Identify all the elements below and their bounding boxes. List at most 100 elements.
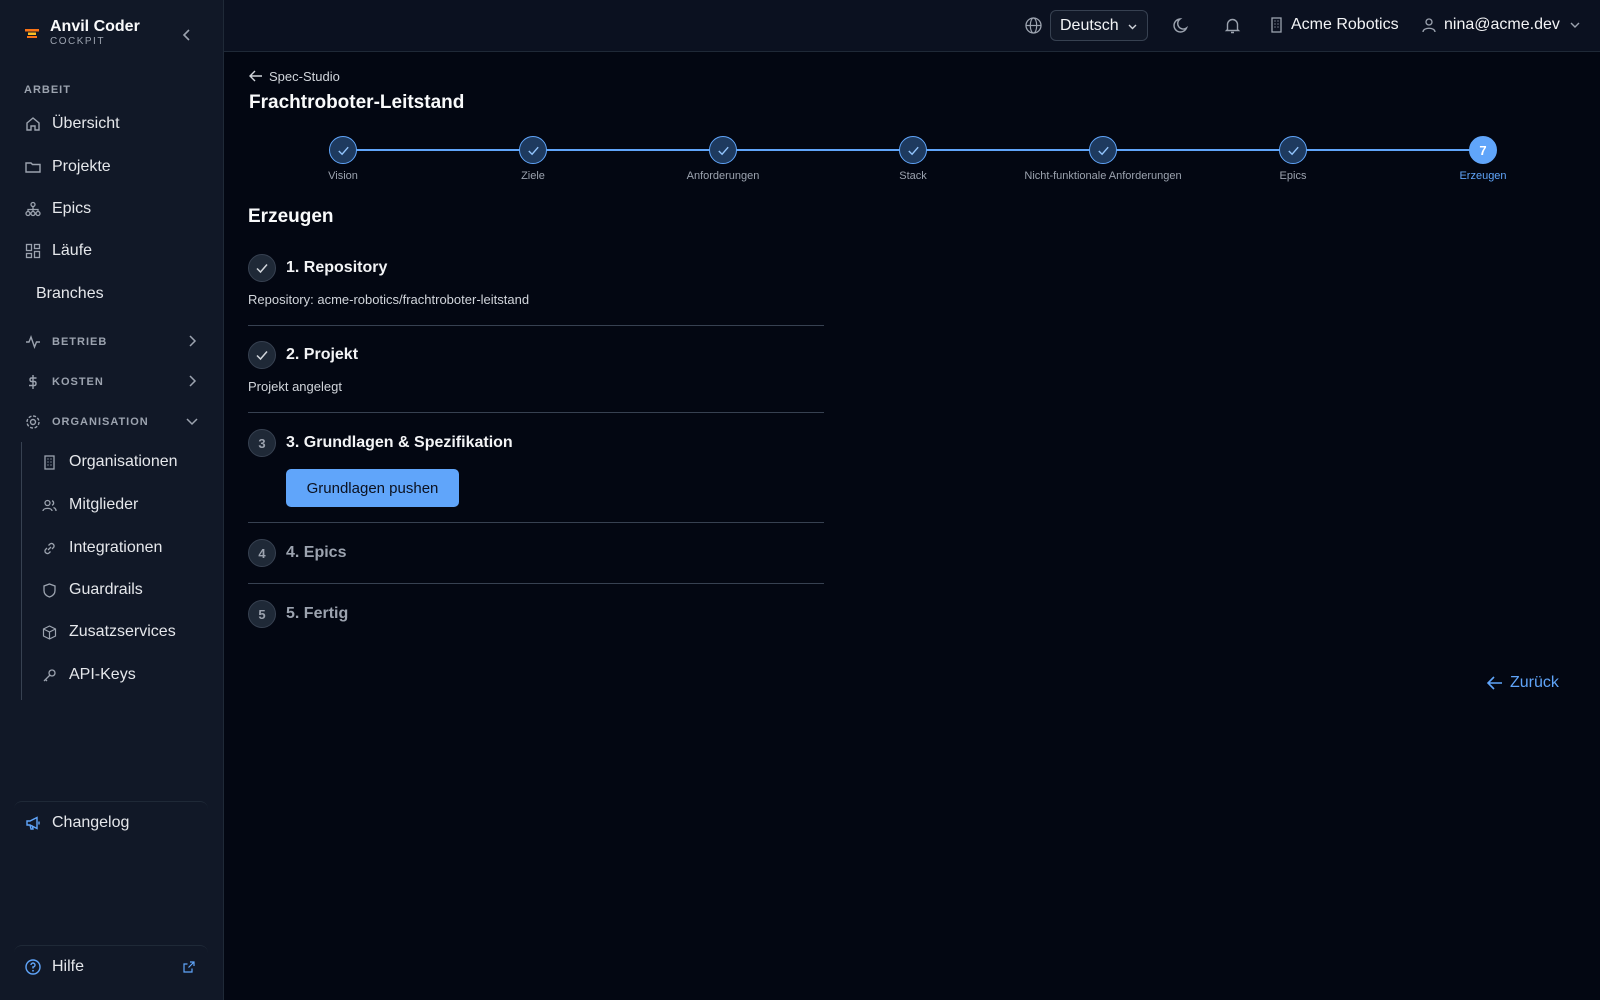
divider: [248, 522, 824, 523]
back-to-spec-studio-link[interactable]: Spec-Studio: [248, 68, 340, 84]
step-check-dot: [519, 136, 547, 164]
users-icon: [42, 499, 57, 511]
chevron-right-icon: [189, 335, 197, 347]
sidebar-item-label: Guardrails: [69, 581, 143, 598]
step-check-dot: [329, 136, 357, 164]
step-label: Vision: [328, 170, 358, 182]
sidebar-item-label: Läufe: [52, 242, 93, 259]
step-number-badge: 3: [248, 429, 276, 457]
check-icon: [1287, 146, 1299, 155]
sidebar-group-label: BETRIEB: [52, 336, 108, 348]
brand-subtitle: COCKPIT: [50, 36, 105, 47]
shield-icon: [43, 582, 56, 598]
dollar-icon: [29, 375, 37, 389]
stepper-step-stack[interactable]: Stack: [813, 136, 1013, 182]
gen-step-title: 5. Fertig: [286, 605, 349, 622]
collapse-sidebar-icon[interactable]: [178, 26, 196, 44]
check-icon: [337, 146, 349, 155]
gen-step-title: 3. Grundlagen & Spezifikation: [286, 434, 513, 451]
check-icon: [1097, 146, 1109, 155]
building-icon: [44, 454, 55, 470]
step-label: Anforderungen: [686, 170, 760, 182]
sidebar-item-api-keys[interactable]: API-Keys: [32, 657, 208, 693]
bell-icon[interactable]: [1223, 16, 1242, 35]
step-number-badge: 5: [248, 600, 276, 628]
gen-step-title: 1. Repository: [286, 259, 388, 276]
changelog-button[interactable]: Changelog: [14, 801, 208, 843]
language-select[interactable]: Deutsch: [1050, 10, 1148, 41]
sidebar-item-guardrails[interactable]: Guardrails: [32, 572, 208, 608]
activity-icon: [26, 335, 40, 349]
divider: [248, 325, 824, 326]
sidebar-item-zusatzservices[interactable]: Zusatzservices: [32, 614, 208, 650]
stepper-step-ziele[interactable]: Ziele: [433, 136, 633, 182]
building-icon: [1271, 17, 1282, 33]
step-check-dot: [709, 136, 737, 164]
help-circle-icon: [25, 958, 41, 975]
sidebar-group-organisation[interactable]: ORGANISATION: [16, 407, 208, 437]
step-check-dot: [1089, 136, 1117, 164]
stepper-step-vision[interactable]: Vision: [243, 136, 443, 182]
user-icon: [1422, 18, 1436, 33]
back-button[interactable]: Zurück: [1486, 674, 1559, 692]
sidebar-item-branches[interactable]: Branches: [16, 276, 208, 312]
sidebar-item-organisationen[interactable]: Organisationen: [32, 444, 208, 480]
step-check-dot: [1279, 136, 1307, 164]
stepper-step-erzeugen[interactable]: 7 Erzeugen: [1383, 136, 1583, 182]
user-menu[interactable]: nina@acme.dev: [1420, 16, 1582, 34]
push-foundations-button[interactable]: Grundlagen pushen: [286, 469, 459, 507]
step-number-dot: 7: [1469, 136, 1497, 164]
section-title: Erzeugen: [248, 206, 334, 227]
link-icon: [44, 542, 55, 554]
check-icon: [527, 146, 539, 155]
organization-name: Acme Robotics: [1291, 16, 1399, 33]
step-number-badge: 4: [248, 539, 276, 567]
gen-step-fertig: 5 5. Fertig: [248, 600, 824, 628]
sidebar-item-label: Projekte: [52, 158, 111, 175]
section-label-arbeit: ARBEIT: [24, 84, 71, 96]
stepper-step-nfr[interactable]: Nicht-funktionale Anforderungen: [1003, 136, 1203, 182]
sidebar-item-laeufe[interactable]: Läufe: [16, 233, 208, 269]
divider: [248, 412, 824, 413]
sidebar-item-projekte[interactable]: Projekte: [16, 149, 208, 185]
brand[interactable]: Anvil Coder COCKPIT: [22, 18, 140, 48]
sidebar-item-label: Epics: [52, 200, 92, 217]
back-link-label: Spec-Studio: [269, 68, 340, 84]
gen-step-repository: 1. Repository Repository: acme-robotics/…: [248, 254, 824, 307]
chevron-down-icon: [1570, 22, 1580, 28]
sidebar-item-label: API-Keys: [69, 666, 136, 683]
gen-step-description: Repository: acme-robotics/frachtroboter-…: [248, 292, 530, 307]
gen-step-title: 4. Epics: [286, 544, 347, 561]
divider: [248, 583, 824, 584]
key-icon: [43, 668, 56, 681]
sidebar-item-epics[interactable]: Epics: [16, 191, 208, 227]
sidebar-group-betrieb[interactable]: BETRIEB: [16, 327, 208, 357]
check-icon: [717, 146, 729, 155]
step-label: Ziele: [521, 170, 545, 182]
hierarchy-icon: [25, 201, 41, 217]
step-label: Nicht-funktionale Anforderungen: [1024, 170, 1182, 182]
gen-step-title: 2. Projekt: [286, 346, 359, 363]
help-button[interactable]: Hilfe: [14, 945, 208, 987]
sidebar-group-kosten[interactable]: KOSTEN: [16, 367, 208, 397]
moon-icon[interactable]: [1172, 16, 1191, 35]
check-icon: [256, 351, 268, 361]
sidebar-item-label: Übersicht: [52, 115, 120, 132]
folder-icon: [25, 162, 41, 173]
changelog-label: Changelog: [52, 813, 130, 831]
sidebar-item-integrationen[interactable]: Integrationen: [32, 530, 208, 566]
sidebar-item-mitglieder[interactable]: Mitglieder: [32, 487, 208, 523]
sidebar-item-label: Mitglieder: [69, 496, 139, 513]
step-label: Erzeugen: [1459, 170, 1507, 182]
sidebar-item-label: Organisationen: [69, 453, 178, 470]
stepper-step-epics[interactable]: Epics: [1193, 136, 1393, 182]
language-value: Deutsch: [1060, 16, 1119, 34]
sidebar-item-label: Zusatzservices: [69, 623, 176, 640]
sidebar-item-label: Branches: [36, 285, 104, 302]
organization-switcher[interactable]: Acme Robotics: [1268, 16, 1399, 34]
step-done-badge: [248, 341, 276, 369]
stepper-step-anforderungen[interactable]: Anforderungen: [623, 136, 823, 182]
sidebar-item-uebersicht[interactable]: Übersicht: [16, 106, 208, 142]
submenu-rail: [21, 442, 22, 700]
gen-step-epics: 4 4. Epics: [248, 539, 824, 567]
